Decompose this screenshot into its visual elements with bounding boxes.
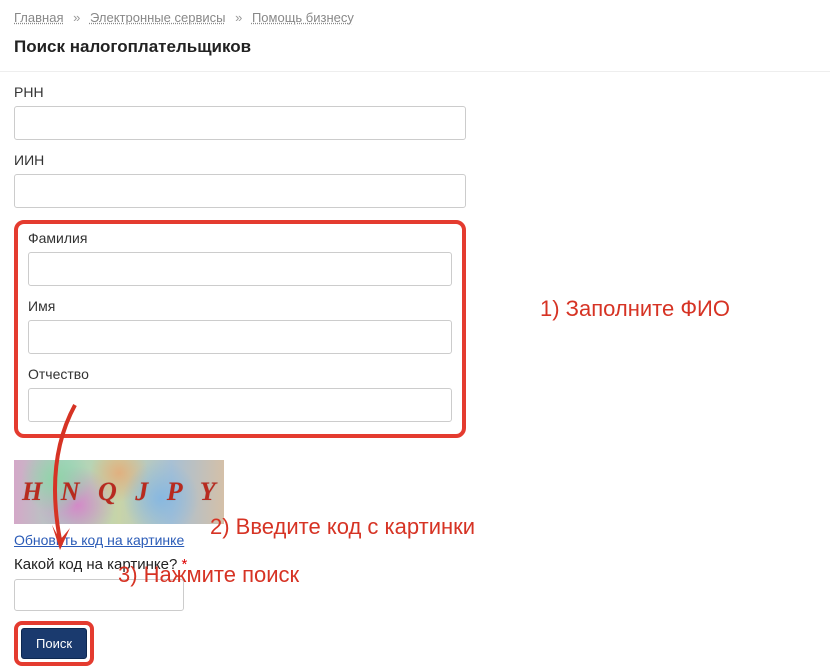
annotation-step-1: 1) Заполните ФИО	[540, 296, 730, 322]
search-button-highlight: Поиск	[14, 621, 94, 666]
captcha-refresh-link[interactable]: Обновить код на картинке	[14, 532, 184, 548]
patronymic-label: Отчество	[28, 366, 452, 382]
name-label: Имя	[28, 298, 452, 314]
rnn-input[interactable]	[14, 106, 466, 140]
captcha-image: H N Q J P Y	[14, 460, 224, 524]
rnn-label: РНН	[14, 84, 466, 100]
breadcrumb-business[interactable]: Помощь бизнесу	[252, 10, 354, 25]
breadcrumb-services[interactable]: Электронные сервисы	[90, 10, 226, 25]
name-input[interactable]	[28, 320, 452, 354]
search-button[interactable]: Поиск	[21, 628, 87, 659]
breadcrumb-sep: »	[73, 10, 80, 25]
breadcrumb: Главная » Электронные сервисы » Помощь б…	[0, 0, 830, 31]
captcha-text: H N Q J P Y	[22, 477, 222, 507]
breadcrumb-sep: »	[235, 10, 242, 25]
annotation-step-3: 3) Нажмите поиск	[118, 562, 299, 588]
breadcrumb-home[interactable]: Главная	[14, 10, 63, 25]
iin-label: ИИН	[14, 152, 466, 168]
surname-input[interactable]	[28, 252, 452, 286]
iin-input[interactable]	[14, 174, 466, 208]
annotation-step-2: 2) Введите код с картинки	[210, 514, 475, 540]
surname-label: Фамилия	[28, 230, 452, 246]
patronymic-input[interactable]	[28, 388, 452, 422]
fio-highlight-box: Фамилия Имя Отчество	[14, 220, 466, 438]
page-title: Поиск налогоплательщиков	[0, 31, 830, 72]
